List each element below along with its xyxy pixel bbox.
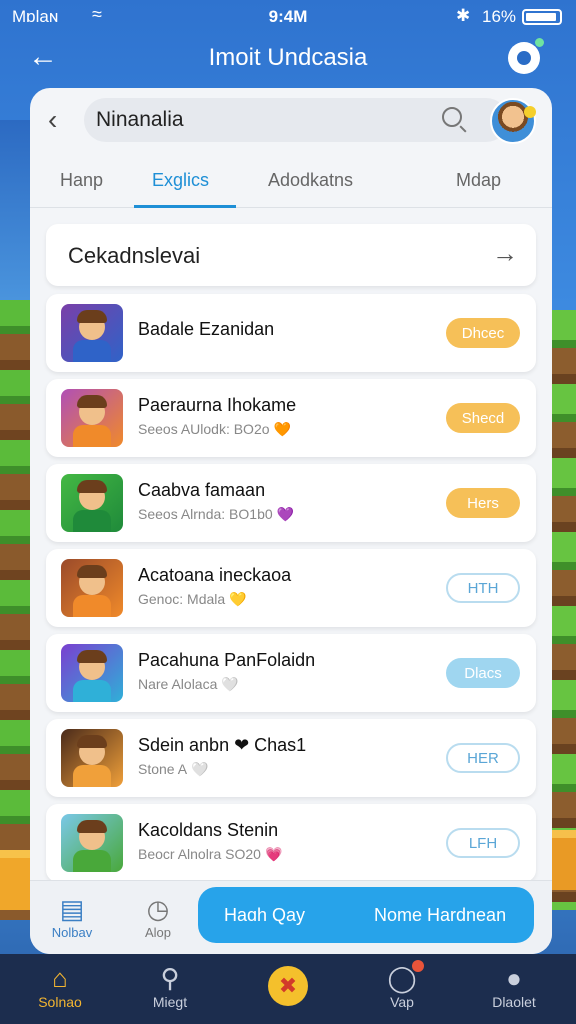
home-icon: ⌂	[52, 963, 68, 993]
avatar[interactable]	[490, 98, 536, 144]
play-cta-button[interactable]: Haɑh Qay Nome Hardnean	[198, 887, 534, 943]
game-list-item[interactable]: Sdein anbn ❤ Chas1 Stone A 🤍 HER	[46, 719, 536, 797]
game-list: Badale Ezanidan Dhcec Paeraurna Ihokame …	[46, 294, 536, 889]
game-icon	[61, 389, 123, 447]
game-subtitle-text: Stone A	[138, 761, 188, 777]
game-subtitle-text: Beocr Alnolra SO20	[138, 846, 261, 862]
chat-icon: ◯	[387, 963, 417, 993]
store-panel: ‹ Hanp Exglics Adodkatns Mdap Cekadnslev…	[30, 88, 552, 954]
nav-item-search[interactable]: ⚲ Miegt	[130, 962, 210, 1010]
cta-left-label: Haɑh Qay	[224, 905, 306, 925]
background-voxel-right	[548, 310, 576, 910]
tab-bar: Hanp Exglics Adodkatns Mdap	[30, 158, 552, 208]
background-voxel-left	[0, 300, 34, 920]
game-icon	[61, 474, 123, 532]
game-list-item[interactable]: Pacahuna PanFolaidn Nare Alolaca 🤍 Dlacs	[46, 634, 536, 712]
active-tab-indicator	[134, 205, 236, 208]
panel-tab-label: Alop	[144, 925, 172, 940]
game-subtitle: Beocr Alnolra SO20 💗	[138, 846, 282, 863]
search-icon: ⚲	[160, 963, 180, 993]
category-label: Cekadnslevai	[68, 243, 201, 268]
cta-right-label: Nome Hardnean	[374, 905, 507, 925]
app-header: ← Imoit Undcasia	[0, 34, 576, 84]
notification-badge	[412, 960, 424, 972]
heart-icon: 🤍	[221, 676, 239, 692]
game-action-button[interactable]: HER	[446, 743, 520, 773]
heart-icon: 🤍	[191, 761, 209, 777]
game-title: Sdein anbn ❤ Chas1	[138, 735, 307, 755]
game-action-button[interactable]: Dhcec	[446, 318, 520, 348]
background-sky	[0, 120, 30, 300]
heart-icon: 💜	[276, 506, 295, 522]
heart-icon: 💗	[264, 846, 283, 862]
tab-mdap[interactable]: Mdap	[456, 170, 501, 191]
battery-icon	[522, 9, 562, 25]
game-icon	[61, 814, 123, 872]
game-icon	[61, 644, 123, 702]
chevron-left-icon[interactable]: ‹	[48, 104, 57, 136]
game-title: Acatoana ineckaoa	[138, 565, 292, 585]
game-title: Paeraurna Ihokame	[138, 395, 297, 415]
search-icon[interactable]	[442, 107, 462, 127]
panel-tab-nolbav[interactable]: ▤ Nolbav	[42, 893, 102, 940]
game-title: Pacahuna PanFolaidn	[138, 650, 316, 670]
nav-item-home[interactable]: ⌂ Solnao	[20, 962, 100, 1010]
game-action-button[interactable]: Dlacs	[446, 658, 520, 688]
game-subtitle-text: Seeos Alrnda: BO1b0	[138, 506, 273, 522]
game-icon	[61, 559, 123, 617]
notification-dot	[535, 38, 544, 47]
game-list-item[interactable]: Badale Ezanidan Dhcec	[46, 294, 536, 372]
profile-icon: ●	[506, 963, 522, 993]
bluetooth-icon: ✱	[456, 6, 471, 25]
game-subtitle: Nare Alolaca 🤍	[138, 676, 239, 693]
nav-item-chat[interactable]: ◯ Vap	[362, 960, 442, 1010]
panel-tab-alop[interactable]: ◷ Alop	[128, 893, 188, 940]
game-action-button[interactable]: Hers	[446, 488, 520, 518]
game-subtitle: Seeos AUlodk: BO2o 🧡	[138, 421, 291, 438]
game-icon	[61, 304, 123, 362]
category-row[interactable]: Cekadnslevai →	[46, 224, 536, 286]
game-list-item[interactable]: Acatoana ineckaoa Genoc: Mdala 💛 HTH	[46, 549, 536, 627]
game-action-button[interactable]: HTH	[446, 573, 520, 603]
game-icon	[61, 729, 123, 787]
heart-icon: 💛	[229, 591, 247, 607]
nav-label: Vap	[390, 994, 414, 1010]
document-icon: ▤	[59, 894, 85, 924]
status-bar: Mɒlaɴ ≈ 9:4M ✱ 16%	[0, 0, 576, 34]
game-list-item[interactable]: Caabva famaan Seeos Alrnda: BO1b0 💜 Hers	[46, 464, 536, 542]
page-title: Imoit Undcasia	[208, 44, 368, 71]
play-icon[interactable]: ✖	[268, 966, 308, 1006]
game-subtitle-text: Nare Alolaca	[138, 676, 218, 692]
clock-icon: ◷	[146, 894, 170, 924]
game-subtitle: Stone A 🤍	[138, 761, 208, 778]
game-list-item[interactable]: Kacoldans Stenin Beocr Alnolra SO20 💗 LFH	[46, 804, 536, 882]
game-subtitle-text: Seeos AUlodk: BO2o	[138, 421, 270, 437]
panel-tab-label: Nolbav	[51, 925, 93, 940]
tab-exglics[interactable]: Exglics	[152, 170, 209, 191]
search-row: ‹	[30, 88, 552, 154]
game-action-button[interactable]: Shecd	[446, 403, 520, 433]
nav-label: Dlaolet	[492, 994, 536, 1010]
bottom-nav: ⌂ Solnao ⚲ Miegt ✖ ◯ Vap ● Dlaolet	[0, 954, 576, 1024]
game-subtitle-text: Genoc: Mdala	[138, 591, 226, 607]
nav-label: Solnao	[38, 994, 82, 1010]
nav-item-profile[interactable]: ● Dlaolet	[474, 962, 554, 1010]
game-subtitle: Seeos Alrnda: BO1b0 💜	[138, 506, 294, 523]
battery-percent: 16%	[482, 7, 517, 26]
game-subtitle: Genoc: Mdala 💛	[138, 591, 247, 608]
game-title: Caabva famaan	[138, 480, 266, 500]
game-center-icon[interactable]	[508, 38, 544, 74]
bottom-panel: ▤ Nolbav ◷ Alop Haɑh Qay Nome Hardnean	[30, 880, 552, 954]
game-list-item[interactable]: Paeraurna Ihokame Seeos AUlodk: BO2o 🧡 Sh…	[46, 379, 536, 457]
arrow-right-icon: →	[492, 238, 518, 268]
game-title: Badale Ezanidan	[138, 319, 275, 339]
game-title: Kacoldans Stenin	[138, 820, 279, 840]
heart-icon: 🧡	[273, 421, 291, 437]
nav-label: Miegt	[152, 994, 188, 1010]
game-action-button[interactable]: LFH	[446, 828, 520, 858]
tab-hanp[interactable]: Hanp	[60, 170, 103, 191]
tab-adodkatns[interactable]: Adodkatns	[268, 170, 353, 191]
